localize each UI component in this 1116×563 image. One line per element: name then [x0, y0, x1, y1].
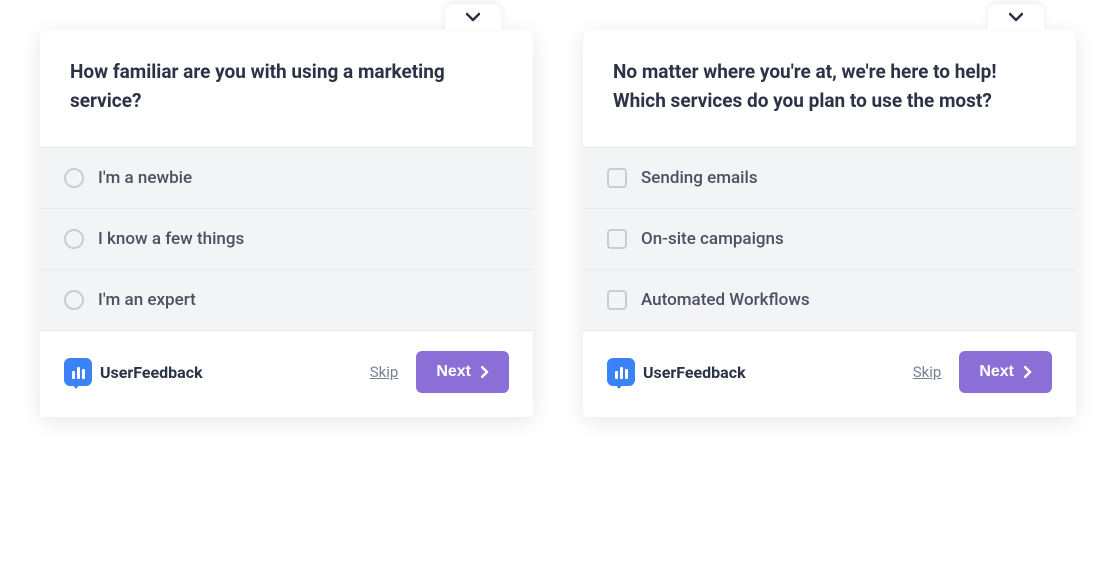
question-header: No matter where you're at, we're here to… — [583, 30, 1076, 147]
card-footer: UserFeedback Skip Next — [583, 331, 1076, 417]
question-text: No matter where you're at, we're here to… — [613, 58, 1046, 115]
next-button[interactable]: Next — [416, 351, 509, 393]
next-button[interactable]: Next — [959, 351, 1052, 393]
next-button-label: Next — [436, 363, 471, 381]
brand: UserFeedback — [607, 358, 746, 386]
chevron-down-icon — [1009, 12, 1023, 22]
brand-name: UserFeedback — [643, 363, 746, 382]
chevron-right-icon — [1024, 366, 1032, 378]
option-label: Sending emails — [641, 168, 758, 188]
option-row[interactable]: I'm an expert — [40, 270, 533, 331]
option-label: Automated Workflows — [641, 290, 810, 310]
collapse-tab[interactable] — [988, 4, 1044, 30]
survey-card: How familiar are you with using a market… — [40, 30, 533, 417]
card-footer: UserFeedback Skip Next — [40, 331, 533, 417]
chevron-right-icon — [481, 366, 489, 378]
question-header: How familiar are you with using a market… — [40, 30, 533, 147]
checkbox-icon — [607, 290, 627, 310]
survey-card: No matter where you're at, we're here to… — [583, 30, 1076, 417]
option-label: I know a few things — [98, 229, 244, 249]
radio-icon — [64, 290, 84, 310]
chevron-down-icon — [466, 12, 480, 22]
option-label: I'm an expert — [98, 290, 196, 310]
option-row[interactable]: On-site campaigns — [583, 209, 1076, 270]
collapse-tab[interactable] — [445, 4, 501, 30]
option-label: On-site campaigns — [641, 229, 784, 249]
option-row[interactable]: Sending emails — [583, 148, 1076, 209]
footer-actions: Skip Next — [370, 351, 509, 393]
survey-container: How familiar are you with using a market… — [0, 0, 1116, 447]
footer-actions: Skip Next — [913, 351, 1052, 393]
next-button-label: Next — [979, 363, 1014, 381]
option-row[interactable]: Automated Workflows — [583, 270, 1076, 331]
brand-icon — [64, 358, 92, 386]
option-row[interactable]: I'm a newbie — [40, 148, 533, 209]
brand-name: UserFeedback — [100, 363, 203, 382]
question-text: How familiar are you with using a market… — [70, 58, 503, 115]
radio-icon — [64, 168, 84, 188]
skip-link[interactable]: Skip — [370, 363, 399, 381]
brand-icon — [607, 358, 635, 386]
options-area: I'm a newbie I know a few things I'm an … — [40, 147, 533, 331]
option-row[interactable]: I know a few things — [40, 209, 533, 270]
checkbox-icon — [607, 168, 627, 188]
options-area: Sending emails On-site campaigns Automat… — [583, 147, 1076, 331]
skip-link[interactable]: Skip — [913, 363, 942, 381]
checkbox-icon — [607, 229, 627, 249]
brand: UserFeedback — [64, 358, 203, 386]
option-label: I'm a newbie — [98, 168, 192, 188]
radio-icon — [64, 229, 84, 249]
